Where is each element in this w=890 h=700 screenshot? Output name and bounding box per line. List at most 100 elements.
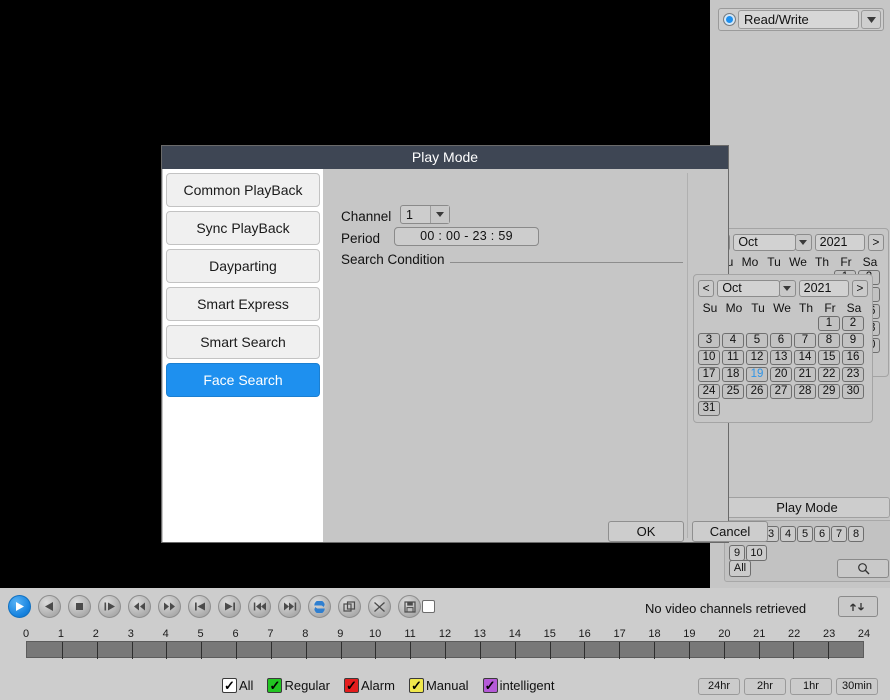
legend-item-regular[interactable]: ✓Regular (267, 678, 330, 693)
save-icon (404, 601, 416, 613)
channel-button-4[interactable]: 4 (780, 526, 796, 542)
calendar-month-value[interactable]: Oct (733, 234, 796, 251)
zoom-button-24hr[interactable]: 24hr (698, 678, 740, 695)
calendar-weekday-row: SuMoTuWeThFrSa (725, 255, 884, 269)
calendar-month-chevron-down-icon[interactable] (779, 280, 795, 297)
channel-button-9[interactable]: 9 (729, 545, 745, 561)
checkbox-intelligent[interactable]: ✓ (483, 678, 498, 693)
calendar-day-11[interactable]: 11 (722, 350, 744, 365)
fast-forward-button[interactable] (158, 595, 181, 618)
period-input[interactable]: 00 : 00 - 23 : 59 (394, 227, 539, 246)
calendar-day-19[interactable]: 19 (746, 367, 768, 382)
timeline-track[interactable] (26, 641, 864, 658)
checkbox-all[interactable]: ✓ (222, 678, 237, 693)
calendar-day-26[interactable]: 26 (746, 384, 768, 399)
save-button[interactable] (398, 595, 421, 618)
ok-button[interactable]: OK (608, 521, 684, 542)
calendar-year-value[interactable]: 2021 (799, 280, 849, 297)
cut-button[interactable] (368, 595, 391, 618)
legend-item-manual[interactable]: ✓Manual (409, 678, 469, 693)
stop-button[interactable] (68, 595, 91, 618)
previous-frame-button[interactable] (188, 595, 211, 618)
calendar-day-6[interactable]: 6 (770, 333, 792, 348)
storage-mode-row[interactable]: Read/Write (718, 8, 884, 31)
channel-button-8[interactable]: 8 (848, 526, 864, 542)
calendar-day-16[interactable]: 16 (842, 350, 864, 365)
sync-checkbox[interactable] (422, 600, 435, 613)
zoom-button-2hr[interactable]: 2hr (744, 678, 786, 695)
calendar-day-22[interactable]: 22 (818, 367, 840, 382)
calendar-day-17[interactable]: 17 (698, 367, 720, 382)
calendar-day-24[interactable]: 24 (698, 384, 720, 399)
calendar-day-8[interactable]: 8 (818, 333, 840, 348)
sidebar-item-smart-express[interactable]: Smart Express (166, 287, 320, 321)
calendar-day-31[interactable]: 31 (698, 401, 720, 416)
slow-forward-button[interactable] (98, 595, 121, 618)
sidebar-item-dayparting[interactable]: Dayparting (166, 249, 320, 283)
calendar-day-10[interactable]: 10 (698, 350, 720, 365)
chevron-down-icon[interactable] (430, 206, 449, 223)
calendar-next-button[interactable]: > (852, 280, 868, 297)
calendar-day-21[interactable]: 21 (794, 367, 816, 382)
calendar-day-29[interactable]: 29 (818, 384, 840, 399)
cancel-button[interactable]: Cancel (692, 521, 768, 542)
checkbox-manual[interactable]: ✓ (409, 678, 424, 693)
calendar-month-chevron-down-icon[interactable] (795, 234, 811, 251)
calendar-next-button[interactable]: > (868, 234, 884, 251)
calendar-day-18[interactable]: 18 (722, 367, 744, 382)
next-file-button[interactable] (278, 595, 301, 618)
chevron-down-icon[interactable] (861, 10, 881, 29)
next-frame-button[interactable] (218, 595, 241, 618)
channel-button-5[interactable]: 5 (797, 526, 813, 542)
sidebar-item-common-playback[interactable]: Common PlayBack (166, 173, 320, 207)
calendar-day-20[interactable]: 20 (770, 367, 792, 382)
legend-item-all[interactable]: ✓All (222, 678, 253, 693)
play-button[interactable] (8, 595, 31, 618)
channel-button-7[interactable]: 7 (831, 526, 847, 542)
calendar-day-1[interactable]: 1 (818, 316, 840, 331)
clip-button[interactable] (338, 595, 361, 618)
rewind-button[interactable] (128, 595, 151, 618)
zoom-button-1hr[interactable]: 1hr (790, 678, 832, 695)
swap-arrows-icon[interactable] (838, 596, 878, 617)
previous-file-button[interactable] (248, 595, 271, 618)
main-calendar[interactable]: < Oct 2021 > SuMoTuWeThFrSa 123456789101… (693, 274, 873, 423)
channel-button-10[interactable]: 10 (746, 545, 767, 561)
timeline-tick-1: 1 (58, 628, 64, 640)
calendar-day-4[interactable]: 4 (722, 333, 744, 348)
calendar-day-5[interactable]: 5 (746, 333, 768, 348)
sidebar-item-smart-search[interactable]: Smart Search (166, 325, 320, 359)
calendar-day-9[interactable]: 9 (842, 333, 864, 348)
channel-all-button[interactable]: All (729, 560, 751, 577)
calendar-day-28[interactable]: 28 (794, 384, 816, 399)
calendar-day-2[interactable]: 2 (842, 316, 864, 331)
channel-button-6[interactable]: 6 (814, 526, 830, 542)
calendar-day-3[interactable]: 3 (698, 333, 720, 348)
sidebar-item-sync-playback[interactable]: Sync PlayBack (166, 211, 320, 245)
calendar-month-value[interactable]: Oct (717, 280, 780, 297)
calendar-day-14[interactable]: 14 (794, 350, 816, 365)
loop-button[interactable] (308, 595, 331, 618)
calendar-day-25[interactable]: 25 (722, 384, 744, 399)
calendar-prev-button[interactable]: < (698, 280, 714, 297)
legend-item-intelligent[interactable]: ✓intelligent (483, 678, 555, 693)
calendar-day-13[interactable]: 13 (770, 350, 792, 365)
checkbox-alarm[interactable]: ✓ (344, 678, 359, 693)
magnifier-icon[interactable] (837, 559, 889, 578)
reverse-play-button[interactable] (38, 595, 61, 618)
calendar-day-12[interactable]: 12 (746, 350, 768, 365)
storage-radio-icon[interactable] (723, 13, 736, 26)
calendar-day-27[interactable]: 27 (770, 384, 792, 399)
legend-item-alarm[interactable]: ✓Alarm (344, 678, 395, 693)
calendar-day-23[interactable]: 23 (842, 367, 864, 382)
calendar-year-value[interactable]: 2021 (815, 234, 865, 251)
sidebar-item-face-search[interactable]: Face Search (166, 363, 320, 397)
calendar-day-15[interactable]: 15 (818, 350, 840, 365)
channel-select[interactable]: 1 (400, 205, 450, 224)
calendar-day-7[interactable]: 7 (794, 333, 816, 348)
calendar-day-30[interactable]: 30 (842, 384, 864, 399)
panel-divider (687, 173, 688, 538)
calendar-day-grid[interactable]: 1234567891011121314151617181920212223242… (698, 316, 868, 417)
checkbox-regular[interactable]: ✓ (267, 678, 282, 693)
zoom-button-30min[interactable]: 30min (836, 678, 878, 695)
